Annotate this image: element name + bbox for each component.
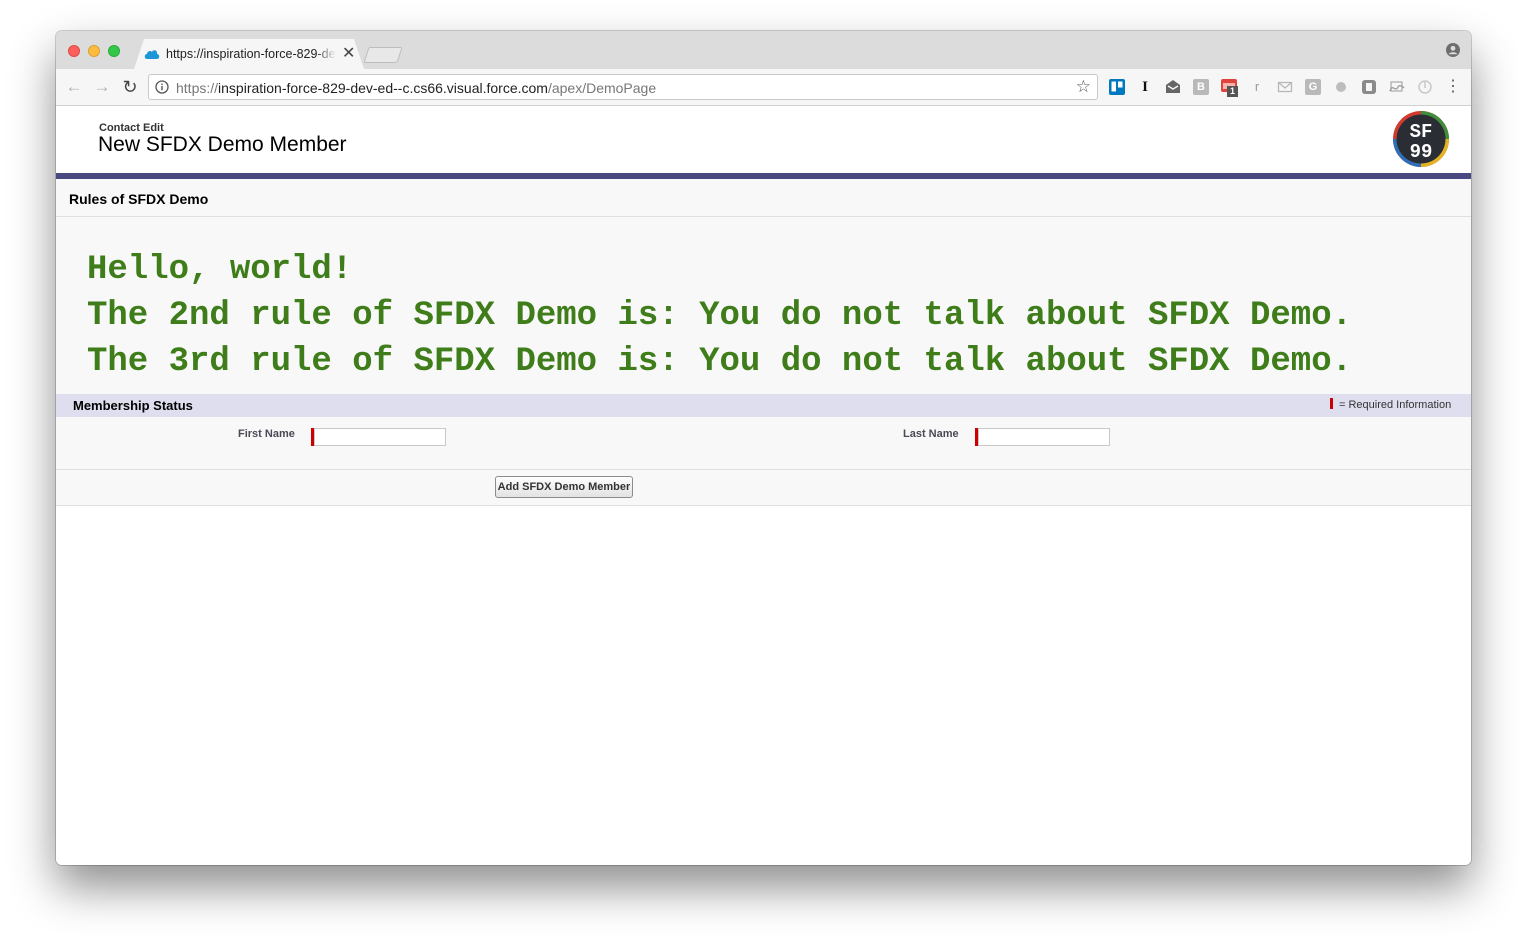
last-name-label: Last Name <box>903 428 959 440</box>
rule-line: Hello, world! <box>87 251 353 289</box>
b-icon[interactable]: B <box>1193 79 1209 95</box>
rule-line: The 3rd rule of SFDX Demo is: You do not… <box>87 343 1353 381</box>
signature-icon[interactable] <box>1389 79 1405 95</box>
first-name-input[interactable] <box>314 428 446 446</box>
url-host: inspiration-force-829-dev-ed--c.cs66.vis… <box>218 80 548 96</box>
page-title: New SFDX Demo Member <box>98 133 347 156</box>
block-header: Rules of SFDX Demo <box>56 179 1471 217</box>
minimize-window-button[interactable] <box>88 45 100 57</box>
button-row-divider <box>56 469 1471 470</box>
page-content: Contact Edit New SFDX Demo Member SF 99 … <box>56 106 1471 865</box>
logo-bottom-text: 99 <box>1410 141 1433 163</box>
url-path: /apex/DemoPage <box>547 80 657 96</box>
address-bar[interactable]: https://inspiration-force-829-dev-ed--c.… <box>148 74 1098 100</box>
trello-icon[interactable] <box>1109 79 1125 95</box>
section-title: Membership Status <box>73 398 193 413</box>
add-member-button[interactable]: Add SFDX Demo Member <box>495 476 633 498</box>
rules-text: Hello, world! The 2nd rule of SFDX Demo … <box>87 247 1352 385</box>
maximize-window-button[interactable] <box>108 45 120 57</box>
info-icon[interactable] <box>155 80 169 94</box>
browser-menu-icon[interactable]: ⋮ <box>1445 79 1461 95</box>
section-header: Membership Status = Required Information <box>56 394 1471 417</box>
r-icon[interactable]: r <box>1249 79 1265 95</box>
salesforce-cloud-icon <box>144 50 160 59</box>
last-name-input[interactable] <box>978 428 1110 446</box>
required-mark <box>1330 398 1333 409</box>
tab-title: https://inspiration-force-829-dev-ed--c.… <box>166 47 336 61</box>
tab-close-icon[interactable]: ✕ <box>342 45 355 63</box>
sf99-logo: SF 99 <box>1393 111 1449 167</box>
block-title: Rules of SFDX Demo <box>69 191 209 207</box>
url-text: https://inspiration-force-829-dev-ed--c.… <box>176 80 656 96</box>
mail-check-icon[interactable] <box>1165 79 1181 95</box>
browser-window: https://inspiration-force-829-dev-ed--c.… <box>56 31 1471 865</box>
bookmark-star-icon[interactable]: ☆ <box>1076 78 1091 96</box>
envelope-icon[interactable] <box>1277 79 1293 95</box>
profile-icon[interactable] <box>1446 43 1460 57</box>
new-tab-button[interactable] <box>363 47 403 63</box>
tab-strip: https://inspiration-force-829-dev-ed--c.… <box>56 31 1471 69</box>
calendar-badge: 1 <box>1227 86 1238 97</box>
circle-icon[interactable] <box>1333 79 1349 95</box>
page-title-block: Contact Edit New SFDX Demo Member SF 99 <box>56 106 1471 174</box>
power-icon[interactable] <box>1417 79 1433 95</box>
required-legend: = Required Information <box>1330 398 1451 411</box>
first-name-label: First Name <box>238 428 295 440</box>
reload-button[interactable]: ↻ <box>121 78 139 96</box>
back-button[interactable]: ← <box>65 78 83 96</box>
required-legend-text: = Required Information <box>1339 399 1452 411</box>
close-window-button[interactable] <box>68 45 80 57</box>
square-icon[interactable] <box>1361 79 1377 95</box>
instapaper-icon[interactable]: I <box>1137 79 1153 95</box>
rule-line: The 2nd rule of SFDX Demo is: You do not… <box>87 297 1353 335</box>
calendar-icon[interactable]: 1 <box>1221 79 1238 97</box>
browser-toolbar: ← → ↻ https://inspiration-force-829-dev-… <box>56 69 1471 106</box>
url-scheme: https:// <box>176 80 219 96</box>
logo-top-text: SF <box>1410 121 1433 143</box>
forward-button[interactable]: → <box>93 78 111 96</box>
g-icon[interactable]: G <box>1305 79 1321 95</box>
page-block: Rules of SFDX Demo Hello, world! The 2nd… <box>56 179 1471 506</box>
